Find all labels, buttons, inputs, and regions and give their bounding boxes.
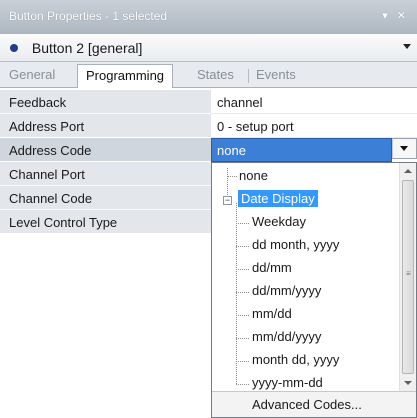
tab-states[interactable]: States	[197, 67, 234, 82]
tab-bar: General Programming States Events	[0, 62, 417, 88]
tree-item-label: mm/dd/yyyy	[252, 329, 322, 344]
property-value-address-port[interactable]: 0 - setup port	[211, 114, 417, 138]
tree-item-label: dd/mm/yyyy	[252, 283, 322, 298]
tree-item-dd-mm[interactable]: dd/mm	[212, 257, 400, 279]
tab-events[interactable]: Events	[256, 67, 296, 82]
address-code-dropdown: none − Date Display Weekday dd month, yy…	[211, 162, 417, 418]
property-name-channel-port[interactable]: Channel Port	[0, 162, 211, 186]
address-code-dropdown-button[interactable]	[392, 138, 417, 159]
advanced-codes-bar: Advanced Codes...	[212, 391, 416, 417]
chevron-down-icon	[400, 146, 408, 151]
tree-item-label: none	[239, 168, 268, 183]
window-title: Button Properties - 1 selected	[9, 9, 168, 23]
tab-separator	[248, 69, 249, 83]
tree-item-date-display[interactable]: Date Display	[212, 188, 400, 210]
tab-programming[interactable]: Programming	[77, 64, 174, 88]
window-controls[interactable]: ▾ ✕	[382, 9, 409, 22]
scroll-up-icon[interactable]	[404, 169, 412, 173]
tree-item-label: dd/mm	[252, 260, 292, 275]
property-name-channel-code[interactable]: Channel Code	[0, 186, 211, 210]
tree-item-label: yyyy-mm-dd	[252, 375, 323, 390]
tree-item-label: Date Display	[238, 190, 318, 207]
property-name-feedback[interactable]: Feedback	[0, 90, 211, 114]
bullet-icon	[10, 44, 18, 52]
property-value-feedback[interactable]: channel	[211, 90, 417, 114]
object-selector-value: Button 2 [general]	[31, 40, 143, 56]
tree-item-label: mm/dd	[252, 306, 292, 321]
property-name-level-control-type[interactable]: Level Control Type	[0, 210, 211, 234]
property-name-address-code[interactable]: Address Code	[0, 138, 211, 162]
object-selector[interactable]: Button 2 [general]	[0, 34, 417, 62]
tree-item-dd-mm-yyyy[interactable]: dd/mm/yyyy	[212, 280, 400, 302]
tree-item-label: Weekday	[252, 214, 306, 229]
scrollbar-thumb[interactable]: ≡	[402, 180, 414, 374]
tree-item-label: month dd, yyyy	[252, 352, 340, 367]
tree-item-weekday[interactable]: Weekday	[212, 211, 400, 233]
tab-general[interactable]: General	[9, 67, 55, 82]
tree-item-yyyy-mm-dd[interactable]: yyyy-mm-dd	[212, 372, 400, 391]
tree-item-mm-dd-yyyy[interactable]: mm/dd/yyyy	[212, 326, 400, 348]
scroll-down-icon[interactable]	[404, 381, 412, 385]
tree-item-label: dd month, yyyy	[252, 237, 340, 252]
address-code-tree: none − Date Display Weekday dd month, yy…	[212, 163, 400, 391]
tree-item-mm-dd[interactable]: mm/dd	[212, 303, 400, 325]
property-value-address-code[interactable]: none	[211, 138, 392, 162]
grip-icon: ≡	[406, 269, 411, 278]
tree-item-month-dd-yyyy[interactable]: month dd, yyyy	[212, 349, 400, 371]
window-titlebar: Button Properties - 1 selected ▾ ✕	[0, 0, 417, 34]
tree-item-dd-month-yyyy[interactable]: dd month, yyyy	[212, 234, 400, 256]
property-name-address-port[interactable]: Address Port	[0, 114, 211, 138]
chevron-down-icon[interactable]	[403, 44, 411, 49]
tree-item-none[interactable]: none	[212, 165, 400, 187]
advanced-codes-button[interactable]: Advanced Codes...	[252, 397, 362, 412]
dropdown-scrollbar[interactable]: ≡	[399, 163, 416, 391]
